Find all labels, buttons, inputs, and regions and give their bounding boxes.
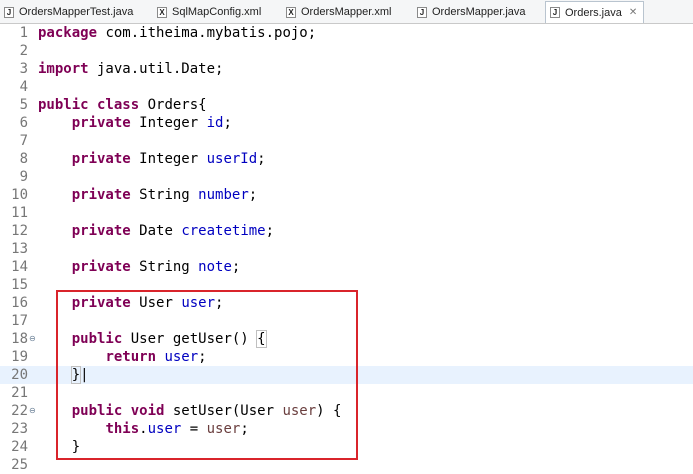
- tab-orders-mapper-test-java[interactable]: J OrdersMapperTest.java: [4, 2, 133, 22]
- line-number: 13: [11, 241, 28, 257]
- fold-toggle-icon[interactable]: ⊖: [29, 330, 36, 348]
- line-number: 7: [19, 133, 28, 149]
- line-number: 3: [19, 61, 28, 77]
- line-number: 14: [11, 259, 28, 275]
- tab-orders-mapper-java[interactable]: J OrdersMapper.java: [417, 2, 526, 22]
- java-file-icon: J: [550, 7, 560, 18]
- code-line[interactable]: 10 private String number;: [0, 186, 693, 204]
- code-token: Integer: [130, 115, 207, 131]
- line-number: 21: [11, 385, 28, 401]
- line-number: 8: [19, 151, 28, 167]
- code-token: id: [206, 115, 224, 131]
- code-token: createtime: [181, 223, 266, 239]
- code-text: private Date createtime;: [38, 222, 274, 240]
- line-number: 9: [19, 169, 28, 185]
- code-line[interactable]: 14 private String note;: [0, 258, 693, 276]
- code-text: private String note;: [38, 258, 241, 276]
- code-token: number: [198, 187, 249, 203]
- tab-label: OrdersMapper.java: [432, 6, 526, 18]
- code-line[interactable]: 9: [0, 168, 693, 186]
- xml-file-icon: X: [286, 6, 296, 18]
- close-icon[interactable]: ✕: [629, 7, 637, 18]
- line-number: 25: [11, 457, 28, 473]
- line-number: 2: [19, 43, 28, 59]
- java-file-icon: J: [417, 6, 427, 18]
- code-token: String: [130, 259, 199, 275]
- line-number: 24: [11, 439, 28, 455]
- fold-toggle-icon[interactable]: ⊖: [29, 402, 36, 420]
- tab-label: Orders.java: [565, 6, 622, 19]
- line-number: 1: [19, 25, 28, 41]
- line-number: 4: [19, 79, 28, 95]
- line-number: 12: [11, 223, 28, 239]
- code-token: note: [198, 259, 232, 275]
- line-number: 19: [11, 349, 28, 365]
- code-token: Date: [130, 223, 182, 239]
- code-line[interactable]: 4: [0, 78, 693, 96]
- tab-sqlmapconfig-xml[interactable]: X SqlMapConfig.xml: [157, 2, 261, 22]
- line-number: 5: [19, 97, 28, 113]
- code-line[interactable]: 7: [0, 132, 693, 150]
- code-text: private Integer id;: [38, 114, 232, 132]
- editor-tab-bar: J OrdersMapperTest.java X SqlMapConfig.x…: [0, 0, 693, 24]
- code-token: userId: [206, 151, 258, 167]
- code-token: java.util.Date;: [88, 61, 224, 77]
- line-number: 18: [11, 331, 28, 347]
- code-token: private: [71, 187, 131, 203]
- line-number: 10: [11, 187, 28, 203]
- code-text: private String number;: [38, 186, 257, 204]
- xml-file-icon: X: [157, 6, 167, 18]
- code-token: ;: [248, 187, 258, 203]
- code-token: ;: [223, 115, 232, 131]
- code-line[interactable]: 3 import java.util.Date;: [0, 60, 693, 78]
- tab-orders-mapper-xml[interactable]: X OrdersMapper.xml: [286, 2, 391, 22]
- code-token: com.itheima.mybatis.pojo;: [97, 25, 317, 41]
- code-text: public class Orders{: [38, 96, 207, 114]
- tab-label: OrdersMapperTest.java: [19, 6, 134, 18]
- code-token: private: [71, 151, 131, 167]
- code-line[interactable]: 11: [0, 204, 693, 222]
- code-token: Orders{: [139, 97, 207, 113]
- java-file-icon: J: [4, 6, 14, 18]
- tab-label: OrdersMapper.xml: [301, 6, 392, 18]
- line-number: 23: [11, 421, 28, 437]
- line-number: 15: [11, 277, 28, 293]
- line-number: 22: [11, 403, 28, 419]
- highlight-box: [56, 290, 358, 460]
- code-line[interactable]: 12 private Date createtime;: [0, 222, 693, 240]
- code-token: ;: [257, 151, 266, 167]
- code-line[interactable]: 13: [0, 240, 693, 258]
- code-token: private: [71, 223, 131, 239]
- code-token: public class: [38, 97, 140, 113]
- code-text: package com.itheima.mybatis.pojo;: [38, 24, 316, 42]
- line-number: 16: [11, 295, 28, 311]
- code-token: private: [71, 115, 131, 131]
- code-token: Integer: [130, 151, 207, 167]
- code-line[interactable]: 8 private Integer userId;: [0, 150, 693, 168]
- code-line[interactable]: 2: [0, 42, 693, 60]
- code-token: package: [38, 25, 98, 41]
- code-token: String: [130, 187, 199, 203]
- line-number: 6: [19, 115, 28, 131]
- tab-orders-java[interactable]: J Orders.java ✕: [545, 1, 645, 23]
- code-line[interactable]: 5 public class Orders{: [0, 96, 693, 114]
- line-number: 11: [11, 205, 28, 221]
- code-token: import: [38, 61, 89, 77]
- code-line[interactable]: 1 package com.itheima.mybatis.pojo;: [0, 24, 693, 42]
- code-text: import java.util.Date;: [38, 60, 223, 78]
- code-line[interactable]: 6 private Integer id;: [0, 114, 693, 132]
- code-token: ;: [265, 223, 275, 239]
- line-number: 17: [11, 313, 28, 329]
- code-token: ;: [231, 259, 241, 275]
- code-text: private Integer userId;: [38, 150, 266, 168]
- line-number: 20: [11, 367, 28, 383]
- code-token: private: [71, 259, 131, 275]
- tab-label: SqlMapConfig.xml: [172, 6, 262, 18]
